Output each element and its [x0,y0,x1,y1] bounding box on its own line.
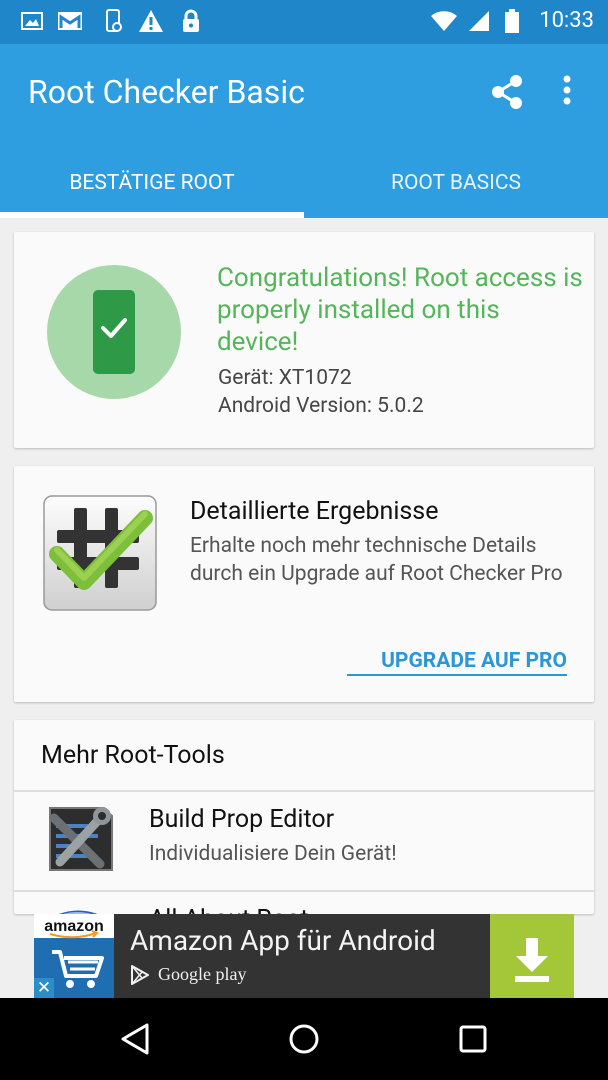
home-button[interactable] [274,1016,334,1062]
overflow-menu-icon [554,75,580,116]
device-name: Gerät: XT1072 [218,366,352,390]
ad-title: Amazon App für Android [130,924,436,957]
status-time: 10:33 [539,8,594,33]
pro-card-title: Detaillierte Ergebnisse [190,497,439,526]
tab-bestatige-root[interactable]: BESTÄTIGE ROOT [0,148,304,218]
app-title: Root Checker Basic [28,73,305,111]
wifi-icon [430,8,458,34]
upgrade-link[interactable]: UPGRADE AUF PRO [347,646,567,676]
recent-apps-button[interactable] [443,1016,503,1062]
root-tools-title: Mehr Root-Tools [41,741,225,770]
tool-title: Build Prop Editor [149,805,335,834]
back-button[interactable] [104,1016,164,1062]
root-tools-card: Mehr Root-Tools Build Prop Editor Indivi… [14,720,594,914]
build-prop-editor-icon [40,800,118,878]
download-button[interactable] [490,914,574,998]
ad-close-button[interactable]: ✕ [34,978,54,998]
tool-title: All About Root [149,904,309,914]
share-button[interactable] [488,70,526,114]
root-success-message: Congratulations! Root access is properly… [217,263,583,357]
download-icon [515,938,549,982]
overflow-menu-button[interactable] [554,72,580,112]
all-about-root-icon [40,900,118,914]
signal-icon [466,8,492,34]
tab-indicator [0,212,304,218]
battery-icon [502,8,522,34]
root-status-card: Congratulations! Root access is properly… [14,232,594,448]
lock-icon [178,8,204,34]
home-icon [289,1024,319,1054]
root-checker-pro-icon [42,494,158,612]
pro-card-description: Erhalte noch mehr technische Details dur… [190,534,563,586]
google-play-label: Google play [158,964,247,984]
device-icon [101,8,127,34]
tool-row-build-prop-editor[interactable]: Build Prop Editor Individualisiere Dein … [14,792,594,892]
image-notification-icon [19,8,45,34]
pro-upgrade-card: Detaillierte Ergebnisse Erhalte noch meh… [14,466,594,702]
navigation-bar [0,998,608,1080]
status-bar: 10:33 [0,0,608,44]
root-status-circle [47,265,181,399]
gmail-icon [57,8,83,34]
android-version: Android Version: 5.0.2 [218,394,424,418]
tool-subtitle: Individualisiere Dein Gerät! [149,842,397,866]
app-bar: Root Checker Basic BESTÄTIGE ROOT ROOT B… [0,44,608,218]
share-icon [488,75,526,118]
ad-banner[interactable]: amazon Amazon App für Android Google pla… [34,914,574,998]
tab-root-basics[interactable]: ROOT BASICS [304,148,608,218]
back-icon [121,1023,149,1055]
phone-check-icon [93,290,135,374]
recent-apps-icon [459,1025,487,1053]
google-play-icon [130,965,150,985]
warning-icon [138,8,164,34]
tool-row-all-about-root[interactable]: All About Root [14,892,594,914]
